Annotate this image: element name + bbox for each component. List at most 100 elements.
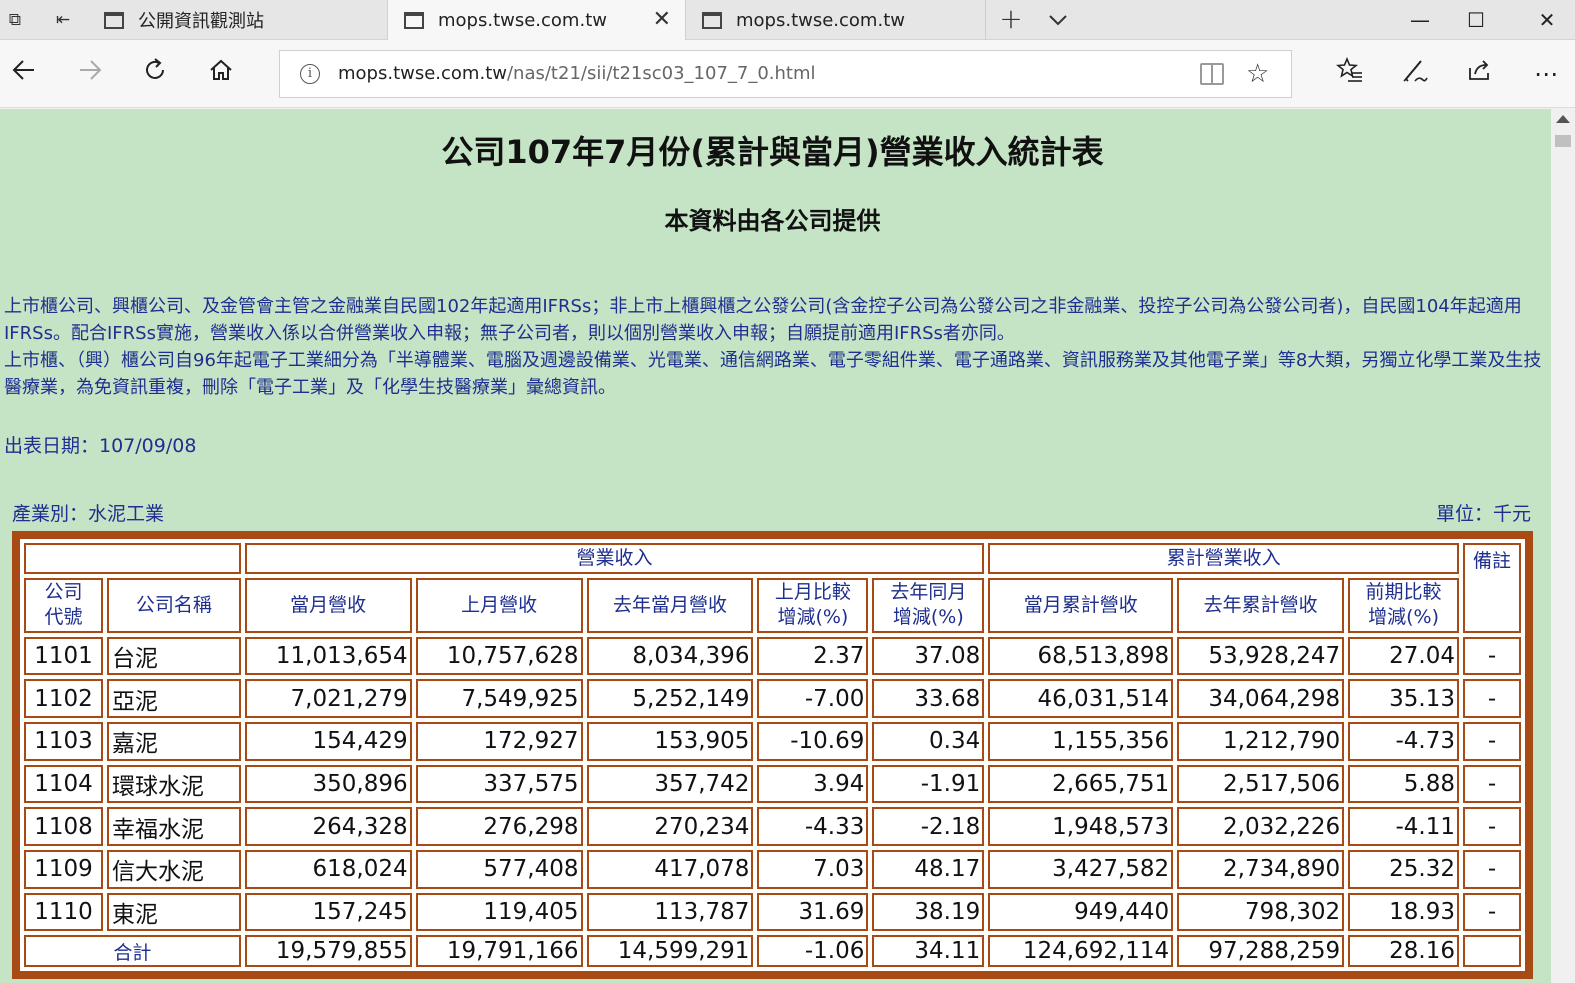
chevron-down-icon [1049,15,1067,26]
header-month-revenue: 當月營收 [244,577,412,633]
cell-company-name: 亞泥 [106,679,241,718]
page-icon [702,11,722,29]
cell-last-year-cumulative: 34,064,298 [1177,679,1345,718]
cell-last-year-cumulative: 53,928,247 [1177,636,1345,676]
header-revenue-group: 營業收入 [244,543,985,574]
home-icon [210,59,232,80]
tab-preview-toggle[interactable] [1043,4,1073,36]
home-button[interactable] [203,56,239,92]
cell-prev-month-revenue: 577,408 [415,850,583,889]
cell-month-revenue: 618,024 [244,850,412,889]
share-button[interactable] [1462,56,1498,92]
cell-cumulative-change: 25.32 [1348,850,1459,889]
minimize-button[interactable]: — [1392,0,1448,40]
cell-cumulative-change: 27.04 [1348,636,1459,676]
share-icon [1469,60,1489,80]
cell-company-code: 1108 [24,807,103,847]
info-icon[interactable]: i [300,64,320,84]
cell-cumulative-change: -4.73 [1348,721,1459,761]
url-text[interactable]: mops.twse.com.tw/nas/t21/sii/t21sc03_107… [338,63,816,84]
more-menu-button[interactable]: ⋯ [1528,56,1564,92]
tab-0[interactable]: 公開資訊觀測站 [88,0,388,40]
revenue-table-frame: 營業收入 累計營業收入 備註 公司 代號 公司名稱 當月營收 上月營收 去年當月… [12,531,1533,979]
cell-company-code: 1101 [24,636,103,676]
back-arrow-icon [12,60,34,80]
cell-last-year-cumulative: 2,734,890 [1177,850,1345,889]
vertical-scrollbar[interactable] [1551,109,1575,983]
page-icon [104,11,124,29]
scroll-thumb[interactable] [1555,135,1571,147]
total-lycum: 97,288,259 [1177,935,1345,967]
cell-cumulative-revenue: 949,440 [988,892,1174,932]
cell-prev-month-revenue: 172,927 [415,721,583,761]
favorites-hub-button[interactable] [1332,56,1368,92]
favorite-star-icon[interactable]: ☆ [1246,57,1269,91]
cell-last-year-cumulative: 2,517,506 [1177,764,1345,804]
tab-1[interactable]: mops.twse.com.tw ✕ [388,0,686,41]
tab-title: mops.twse.com.tw [438,10,607,31]
forward-button[interactable] [72,56,108,92]
close-tab-icon[interactable]: ✕ [653,6,671,34]
cell-yoy-change: 37.08 [872,636,985,676]
cell-month-revenue: 350,896 [244,764,412,804]
cell-last-year-cumulative: 1,212,790 [1177,721,1345,761]
cell-remark: - [1463,850,1521,889]
cell-last-year-month-revenue: 357,742 [586,764,754,804]
total-row: 合計 19,579,855 19,791,166 14,599,291 -1.0… [24,935,1521,967]
revenue-table: 營業收入 累計營業收入 備註 公司 代號 公司名稱 當月營收 上月營收 去年當月… [20,539,1525,971]
reading-view-icon[interactable] [1200,63,1224,85]
total-remark [1463,935,1521,967]
cell-remark: - [1463,679,1521,718]
cell-company-name: 環球水泥 [106,764,241,804]
cell-yoy-change: 33.68 [872,679,985,718]
page-title: 公司107年7月份(累計與當月)營業收入統計表 [441,133,1104,171]
cell-company-name: 台泥 [106,636,241,676]
cell-month-revenue: 157,245 [244,892,412,932]
cell-prev-month-revenue: 10,757,628 [415,636,583,676]
total-label: 合計 [24,935,241,967]
back-button[interactable] [6,56,42,92]
cell-last-year-month-revenue: 153,905 [586,721,754,761]
set-aside-tabs-icon[interactable]: ⇤ [50,8,76,32]
address-bar[interactable]: i mops.twse.com.tw/nas/t21/sii/t21sc03_1… [279,50,1292,98]
cell-yoy-change: 38.19 [872,892,985,932]
close-window-button[interactable]: ✕ [1519,0,1575,40]
cell-cumulative-change: 18.93 [1348,892,1459,932]
cell-remark: - [1463,721,1521,761]
header-mom-change: 上月比較 增減(%) [757,577,869,633]
url-host: mops.twse.com.tw [338,63,507,84]
header-last-year-cumulative: 去年累計營收 [1177,577,1345,633]
tab-title: mops.twse.com.tw [736,9,905,31]
tab-manager-icon[interactable]: ⧉ [2,8,28,32]
cell-mom-change: 2.37 [757,636,869,676]
table-row: 1101 台泥 11,013,654 10,757,628 8,034,396 2.37 3… [24,636,1521,676]
notes: 上市櫃公司、興櫃公司、及金管會主管之金融業自民國102年起適用IFRSs；非上市… [4,293,1544,401]
note-line-2: 上市櫃、（興）櫃公司自96年起電子工業細分為「半導體業、電腦及週邊設備業、光電業… [4,350,1542,398]
header-yoy-change: 去年同月 增減(%) [872,577,985,633]
total-cum: 124,692,114 [988,935,1174,967]
cell-month-revenue: 7,021,279 [244,679,412,718]
page-subtitle: 本資料由各公司提供 [664,207,881,235]
cell-mom-change: -4.33 [757,807,869,847]
header-cumulative-revenue: 當月累計營收 [988,577,1174,633]
cell-yoy-change: -2.18 [872,807,985,847]
new-tab-button[interactable]: + [994,4,1028,36]
cell-prev-month-revenue: 337,575 [415,764,583,804]
forward-arrow-icon [80,60,102,80]
total-yoy: 34.11 [872,935,985,967]
table-row: 1102 亞泥 7,021,279 7,549,925 5,252,149 -7.00 33… [24,679,1521,718]
cell-company-code: 1104 [24,764,103,804]
total-cumchg: 28.16 [1348,935,1459,967]
tab-2[interactable]: mops.twse.com.tw [686,0,986,40]
scroll-up-arrow-icon[interactable] [1556,115,1570,123]
cell-mom-change: 7.03 [757,850,869,889]
unit-label: 單位：千元 [1435,503,1531,525]
cell-mom-change: -7.00 [757,679,869,718]
url-path: /nas/t21/sii/t21sc03_107_7_0.html [506,63,816,84]
cell-last-year-month-revenue: 417,078 [586,850,754,889]
refresh-button[interactable] [137,56,173,92]
web-note-button[interactable] [1397,56,1433,92]
total-ly: 14,599,291 [586,935,754,967]
maximize-button[interactable]: ☐ [1448,0,1504,40]
cell-last-year-month-revenue: 5,252,149 [586,679,754,718]
